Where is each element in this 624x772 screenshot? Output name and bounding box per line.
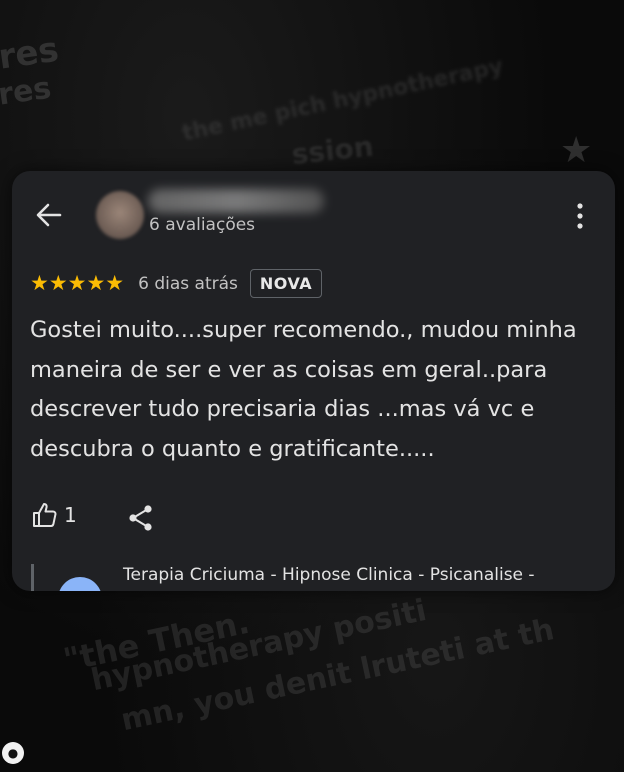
reviewer-avatar[interactable] xyxy=(96,191,144,239)
owner-reply-name: Terapia Criciuma - Hipnose Clinica - Psi… xyxy=(123,565,535,585)
reviewer-review-count: 6 avaliações xyxy=(149,215,256,235)
background-text: res xyxy=(0,29,62,78)
star-rating: ★★★★★ xyxy=(30,271,125,295)
arrow-left-icon[interactable] xyxy=(34,200,64,230)
background-text: res xyxy=(0,70,54,113)
reply-divider xyxy=(31,564,34,591)
reviewer-name-redacted[interactable] xyxy=(148,189,324,213)
new-badge: NOVA xyxy=(249,269,323,298)
share-icon[interactable] xyxy=(128,504,154,532)
like-count: 1 xyxy=(64,503,77,527)
more-vertical-icon[interactable] xyxy=(574,201,586,231)
profile-icon[interactable]: ● xyxy=(2,742,24,764)
background-text: ssion xyxy=(290,129,376,171)
background-star-icon: ★ xyxy=(560,130,593,171)
owner-avatar xyxy=(58,577,102,591)
thumbs-up-icon xyxy=(33,503,57,527)
like-button[interactable]: 1 xyxy=(30,501,77,529)
review-text: Gostei muito....super recomendo., mudou … xyxy=(30,317,577,462)
review-card: 6 avaliações ★★★★★ 6 dias atrás NOVA Gos… xyxy=(12,171,615,591)
review-date: 6 dias atrás xyxy=(138,273,238,294)
rating-row: ★★★★★ 6 dias atrás NOVA xyxy=(30,269,323,298)
